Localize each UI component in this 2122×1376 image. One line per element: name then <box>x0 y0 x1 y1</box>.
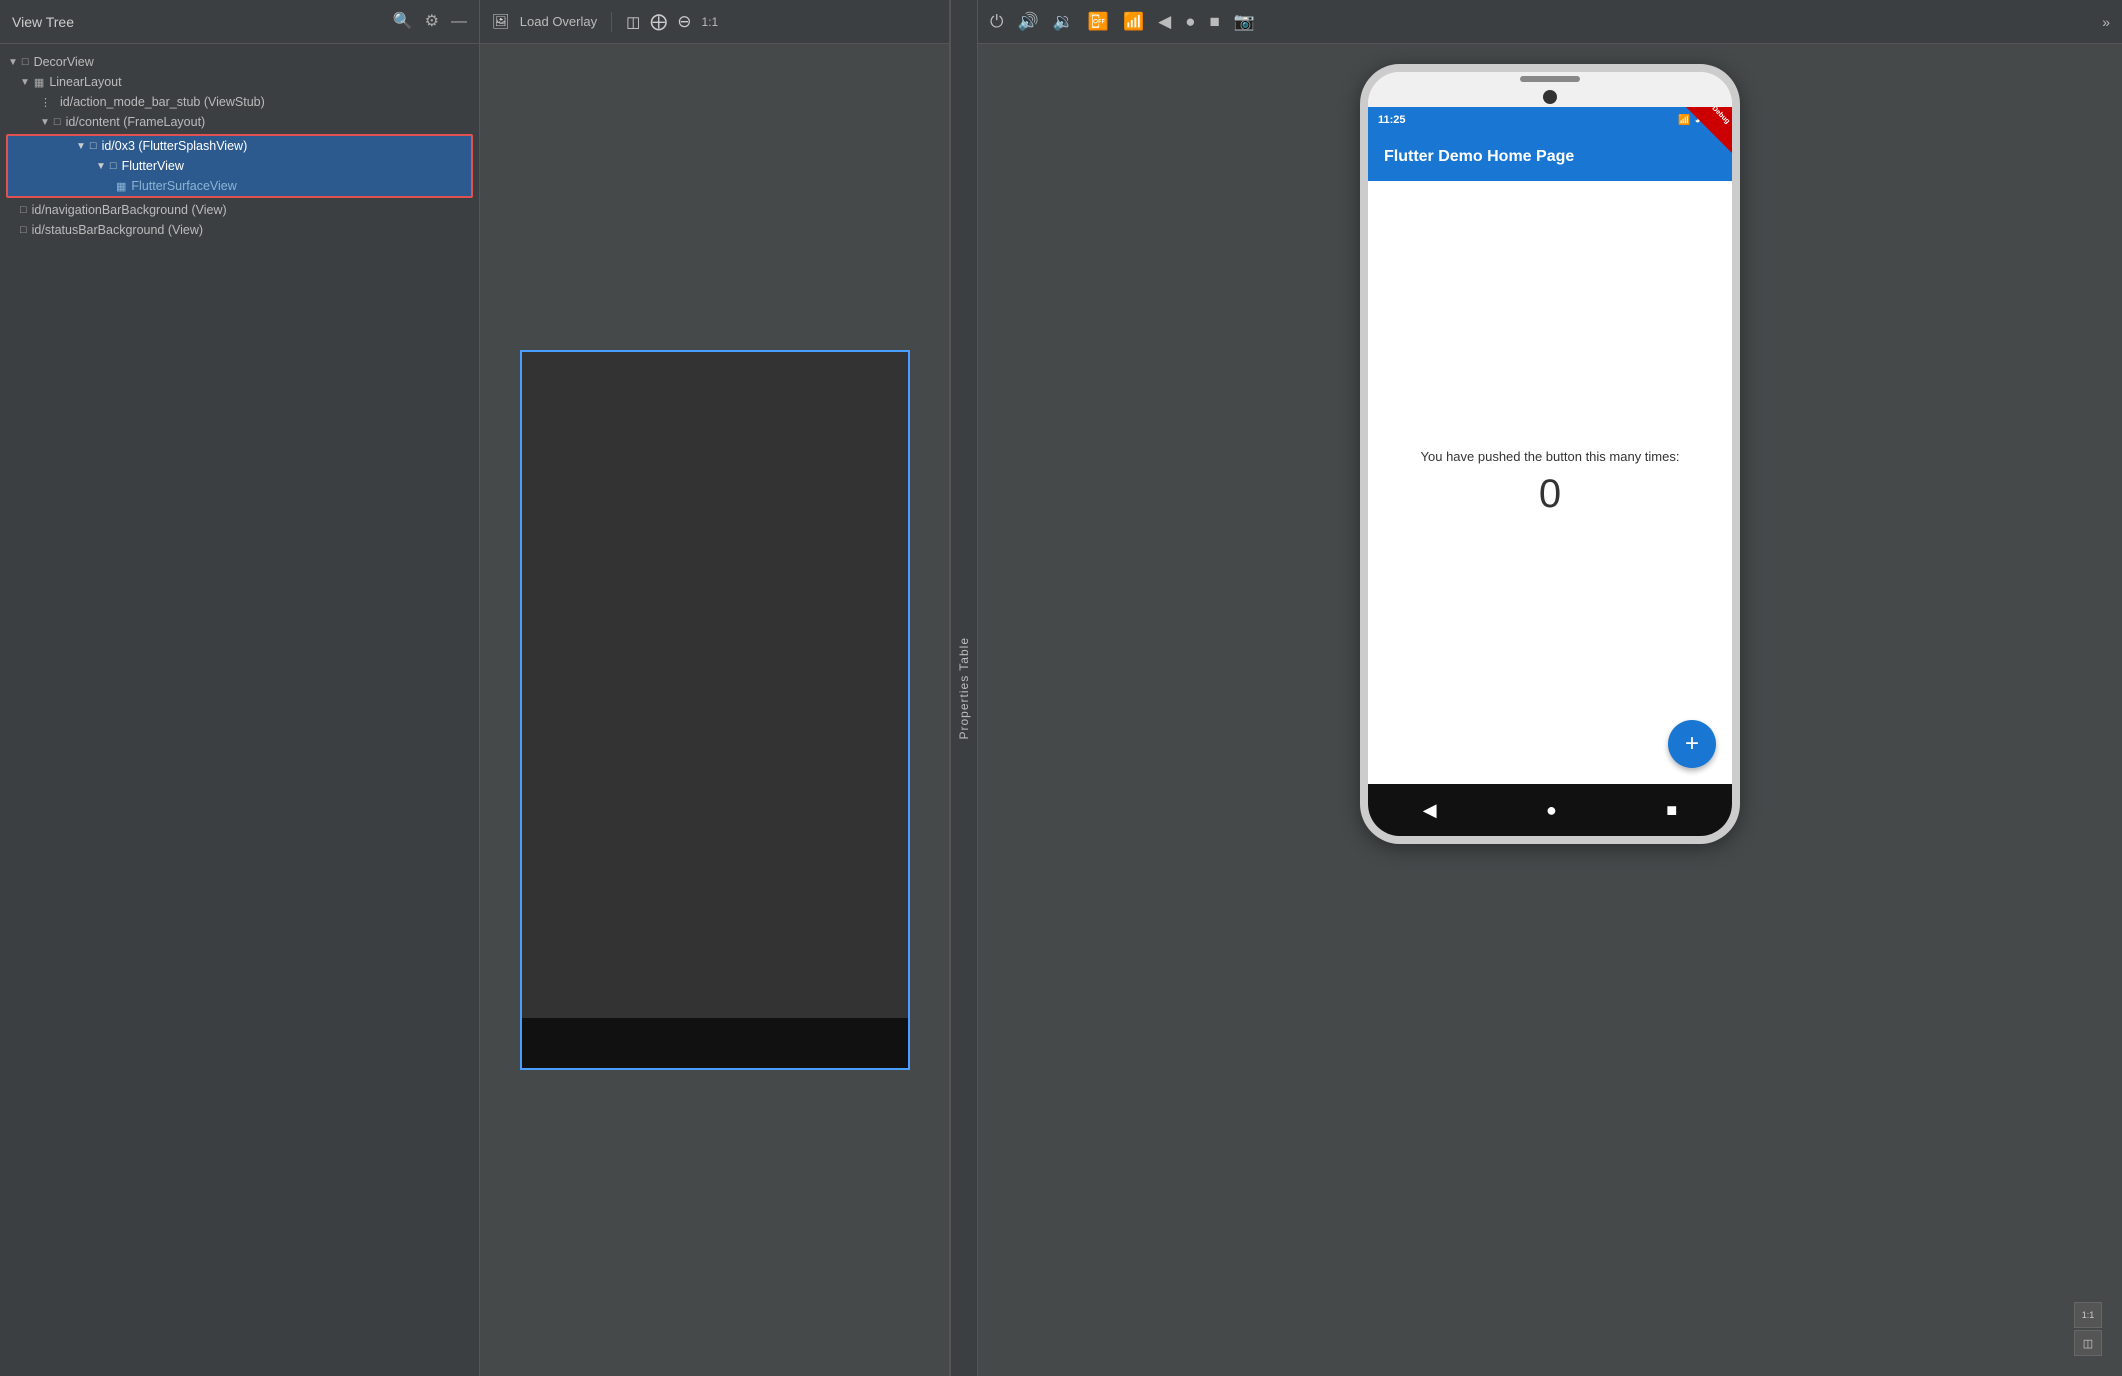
node-icon-fluttersurfaceview: ▦ <box>116 180 126 193</box>
tree-label-statusbar-bg: id/statusBarBackground (View) <box>32 223 203 237</box>
node-icon-action-bar: ⋮ <box>40 96 51 109</box>
phone-camera-area <box>1368 72 1732 107</box>
phone-camera <box>1543 90 1557 104</box>
back-icon[interactable]: ◀ <box>1158 12 1171 32</box>
panel-title: View Tree <box>12 14 74 30</box>
preview-toolbar: 🖼 Load Overlay ◫ ⨁ ⊖ 1:1 <box>480 0 949 44</box>
volume-up-icon[interactable]: 🔊 <box>1017 12 1038 32</box>
chevron-fluttersplashview: ▼ <box>76 141 86 152</box>
node-icon-fluttersplashview: □ <box>90 140 97 152</box>
header-icons: 🔍 ⚙ — <box>393 14 467 30</box>
minimize-icon[interactable]: — <box>451 14 467 30</box>
phone-speaker <box>1520 76 1580 82</box>
preview-area <box>480 44 949 1376</box>
power-icon[interactable]: ⏻ <box>990 12 1003 32</box>
counter-label: You have pushed the button this many tim… <box>1421 449 1680 464</box>
properties-sidebar: Properties Table <box>950 0 978 1376</box>
more-indicator[interactable]: » <box>2102 14 2110 30</box>
nav-recents[interactable]: ■ <box>1666 800 1677 821</box>
tree-label-fluttersplashview: id/0x3 (FlutterSplashView) <box>102 139 248 153</box>
fab-label: + <box>1685 730 1699 758</box>
properties-label: Properties Table <box>957 637 971 740</box>
recents-icon[interactable]: ■ <box>1210 12 1220 32</box>
phone-bottom-preview <box>522 1018 908 1068</box>
node-icon-navbar-bg: □ <box>20 204 27 216</box>
tree-label-flutterview: FlutterView <box>122 159 184 173</box>
chevron-linearlayout: ▼ <box>20 77 30 88</box>
phone-outline <box>520 350 910 1070</box>
chevron-flutterview: ▼ <box>96 161 106 172</box>
right-section: Properties Table ⏻ 🔊 🔉 📴 📶 ◀ ● ■ 📷 » <box>950 0 2122 1376</box>
debug-badge-container: Debug <box>1686 107 1732 153</box>
tree-item-flutterview[interactable]: ▼ □ FlutterView <box>8 156 471 176</box>
zoom-in-icon[interactable]: ⨁ <box>650 12 667 32</box>
zoom-controls: 1:1 ◫ <box>2074 1302 2102 1356</box>
tree-label-action-bar: id/action_mode_bar_stub (ViewStub) <box>60 95 265 109</box>
tree-label-navbar-bg: id/navigationBarBackground (View) <box>32 203 227 217</box>
screenshot-icon[interactable]: 📷 <box>1234 12 1255 32</box>
preview-panel: 🖼 Load Overlay ◫ ⨁ ⊖ 1:1 <box>480 0 950 1376</box>
tree-item-fluttersurfaceview[interactable]: ▦ FlutterSurfaceView <box>8 176 471 196</box>
phone-panel: 11:25 📶 ◕ ⏱ ▮ Debug Flutter Demo <box>978 44 2122 1376</box>
phone-content: You have pushed the button this many tim… <box>1368 181 1732 784</box>
fit-screen-icon: ◫ <box>2083 1337 2093 1350</box>
selected-group: ▼ □ id/0x3 (FlutterSplashView) ▼ □ Flutt… <box>6 134 473 198</box>
node-icon-linearlayout: ▦ <box>34 76 44 89</box>
tree-label-decorview: DecorView <box>34 55 94 69</box>
tree-label-linearlayout: LinearLayout <box>49 75 121 89</box>
view-tree-panel: View Tree 🔍 ⚙ — ▼ □ DecorView ▼ ▦ Linear… <box>0 0 480 1376</box>
settings-icon[interactable]: ⚙ <box>425 14 439 30</box>
tree-item-navbar-bg[interactable]: □ id/navigationBarBackground (View) <box>0 200 479 220</box>
tree-item-fluttersplashview[interactable]: ▼ □ id/0x3 (FlutterSplashView) <box>8 136 471 156</box>
network-icon[interactable]: 📶 <box>1123 12 1144 32</box>
node-icon-framelayout: □ <box>54 116 61 128</box>
chevron-decorview: ▼ <box>8 57 18 68</box>
fit-screen-btn[interactable]: ◫ <box>2074 1330 2102 1356</box>
fab-button[interactable]: + <box>1668 720 1716 768</box>
phone-device: 11:25 📶 ◕ ⏱ ▮ Debug Flutter Demo <box>1360 64 1740 844</box>
phone-app-bar: Flutter Demo Home Page <box>1368 133 1732 181</box>
tree-item-framelayout[interactable]: ▼ □ id/content (FrameLayout) <box>0 112 479 132</box>
status-time: 11:25 <box>1378 114 1406 126</box>
tree-item-decorview[interactable]: ▼ □ DecorView <box>0 52 479 72</box>
tree-label-framelayout: id/content (FrameLayout) <box>66 115 206 129</box>
tree-item-linearlayout[interactable]: ▼ ▦ LinearLayout <box>0 72 479 92</box>
zoom-out-icon[interactable]: ⊖ <box>677 12 691 32</box>
grid-icon[interactable]: ◫ <box>626 13 640 31</box>
zoom-ratio-text: 1:1 <box>2082 1310 2095 1320</box>
tree-item-statusbar-bg[interactable]: □ id/statusBarBackground (View) <box>0 220 479 240</box>
node-icon-decorview: □ <box>22 56 29 68</box>
tree-item-action-mode-bar[interactable]: ⋮ id/action_mode_bar_stub (ViewStub) <box>0 92 479 112</box>
chevron-framelayout: ▼ <box>40 117 50 128</box>
phone-nav-bar: ◀ ● ■ <box>1368 784 1732 836</box>
load-overlay-label[interactable]: Load Overlay <box>520 14 597 29</box>
panel-header: View Tree 🔍 ⚙ — <box>0 0 479 44</box>
node-icon-statusbar-bg: □ <box>20 224 27 236</box>
vibrate-icon[interactable]: 📴 <box>1088 12 1109 32</box>
tree-container: ▼ □ DecorView ▼ ▦ LinearLayout ⋮ id/acti… <box>0 44 479 1376</box>
right-panel: ⏻ 🔊 🔉 📴 📶 ◀ ● ■ 📷 » <box>978 0 2122 1376</box>
node-icon-flutterview: □ <box>110 160 117 172</box>
toolbar-separator <box>611 12 612 32</box>
zoom-ratio-label[interactable]: 1:1 <box>702 15 719 29</box>
tree-label-fluttersurfaceview: FlutterSurfaceView <box>131 179 236 193</box>
load-overlay-icon: 🖼 <box>492 13 510 30</box>
volume-down-icon[interactable]: 🔉 <box>1053 12 1074 32</box>
nav-back[interactable]: ◀ <box>1423 800 1437 821</box>
home-icon[interactable]: ● <box>1185 12 1195 32</box>
nav-home[interactable]: ● <box>1546 800 1557 821</box>
search-icon[interactable]: 🔍 <box>393 14 413 30</box>
phone-status-bar: 11:25 📶 ◕ ⏱ ▮ Debug <box>1368 107 1732 133</box>
top-toolbar: ⏻ 🔊 🔉 📴 📶 ◀ ● ■ 📷 » <box>978 0 2122 44</box>
app-bar-title: Flutter Demo Home Page <box>1384 148 1574 166</box>
zoom-ratio-btn[interactable]: 1:1 <box>2074 1302 2102 1328</box>
counter-value: 0 <box>1539 472 1561 517</box>
